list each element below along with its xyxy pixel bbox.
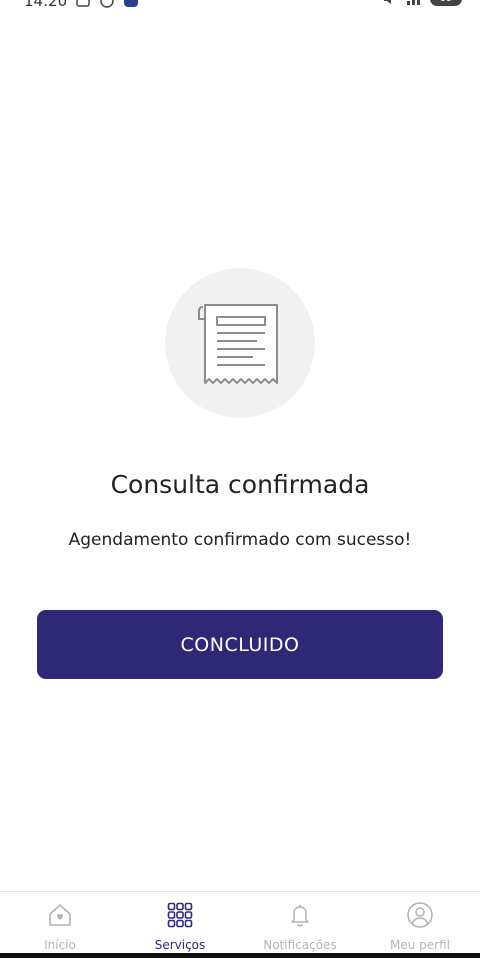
nav-item-notificacoes[interactable]: Notificações xyxy=(240,892,360,954)
nav-label-meu-perfil: Meu perfil xyxy=(390,938,450,952)
receipt-icon xyxy=(198,304,278,384)
status-time: 14:20 xyxy=(24,0,68,10)
nav-item-inicio[interactable]: Início xyxy=(0,892,120,954)
nav-item-servicos[interactable]: Serviços xyxy=(120,892,240,954)
nav-label-notificacoes: Notificações xyxy=(263,938,337,952)
grid-icon xyxy=(167,902,193,928)
nav-label-inicio: Início xyxy=(44,938,76,952)
system-bottom-bar xyxy=(0,953,480,958)
profile-icon xyxy=(407,902,433,928)
battery-indicator: 69 xyxy=(430,0,462,6)
home-heart-icon xyxy=(49,904,71,926)
app-badge-icon xyxy=(123,0,139,8)
notification-icon xyxy=(75,0,91,8)
status-left: 14:20 xyxy=(24,0,139,10)
signal-icon xyxy=(406,0,422,6)
page-title: Consulta confirmada xyxy=(110,470,370,499)
bottom-navigation: Início Serviços Notificações Meu perfil xyxy=(0,891,480,954)
mute-icon xyxy=(382,0,398,6)
status-right: 69 xyxy=(382,0,462,6)
nav-item-meu-perfil[interactable]: Meu perfil xyxy=(360,892,480,954)
nav-label-servicos: Serviços xyxy=(154,938,206,952)
whatsapp-icon xyxy=(99,0,115,8)
confirmation-message: Agendamento confirmado com sucesso! xyxy=(68,530,412,550)
concluido-button[interactable]: CONCLUIDO xyxy=(37,610,443,679)
screen: 14:20 69 xyxy=(0,0,480,958)
status-bar: 14:20 69 xyxy=(0,0,480,12)
bell-icon xyxy=(291,904,309,927)
receipt-illustration xyxy=(165,268,315,418)
